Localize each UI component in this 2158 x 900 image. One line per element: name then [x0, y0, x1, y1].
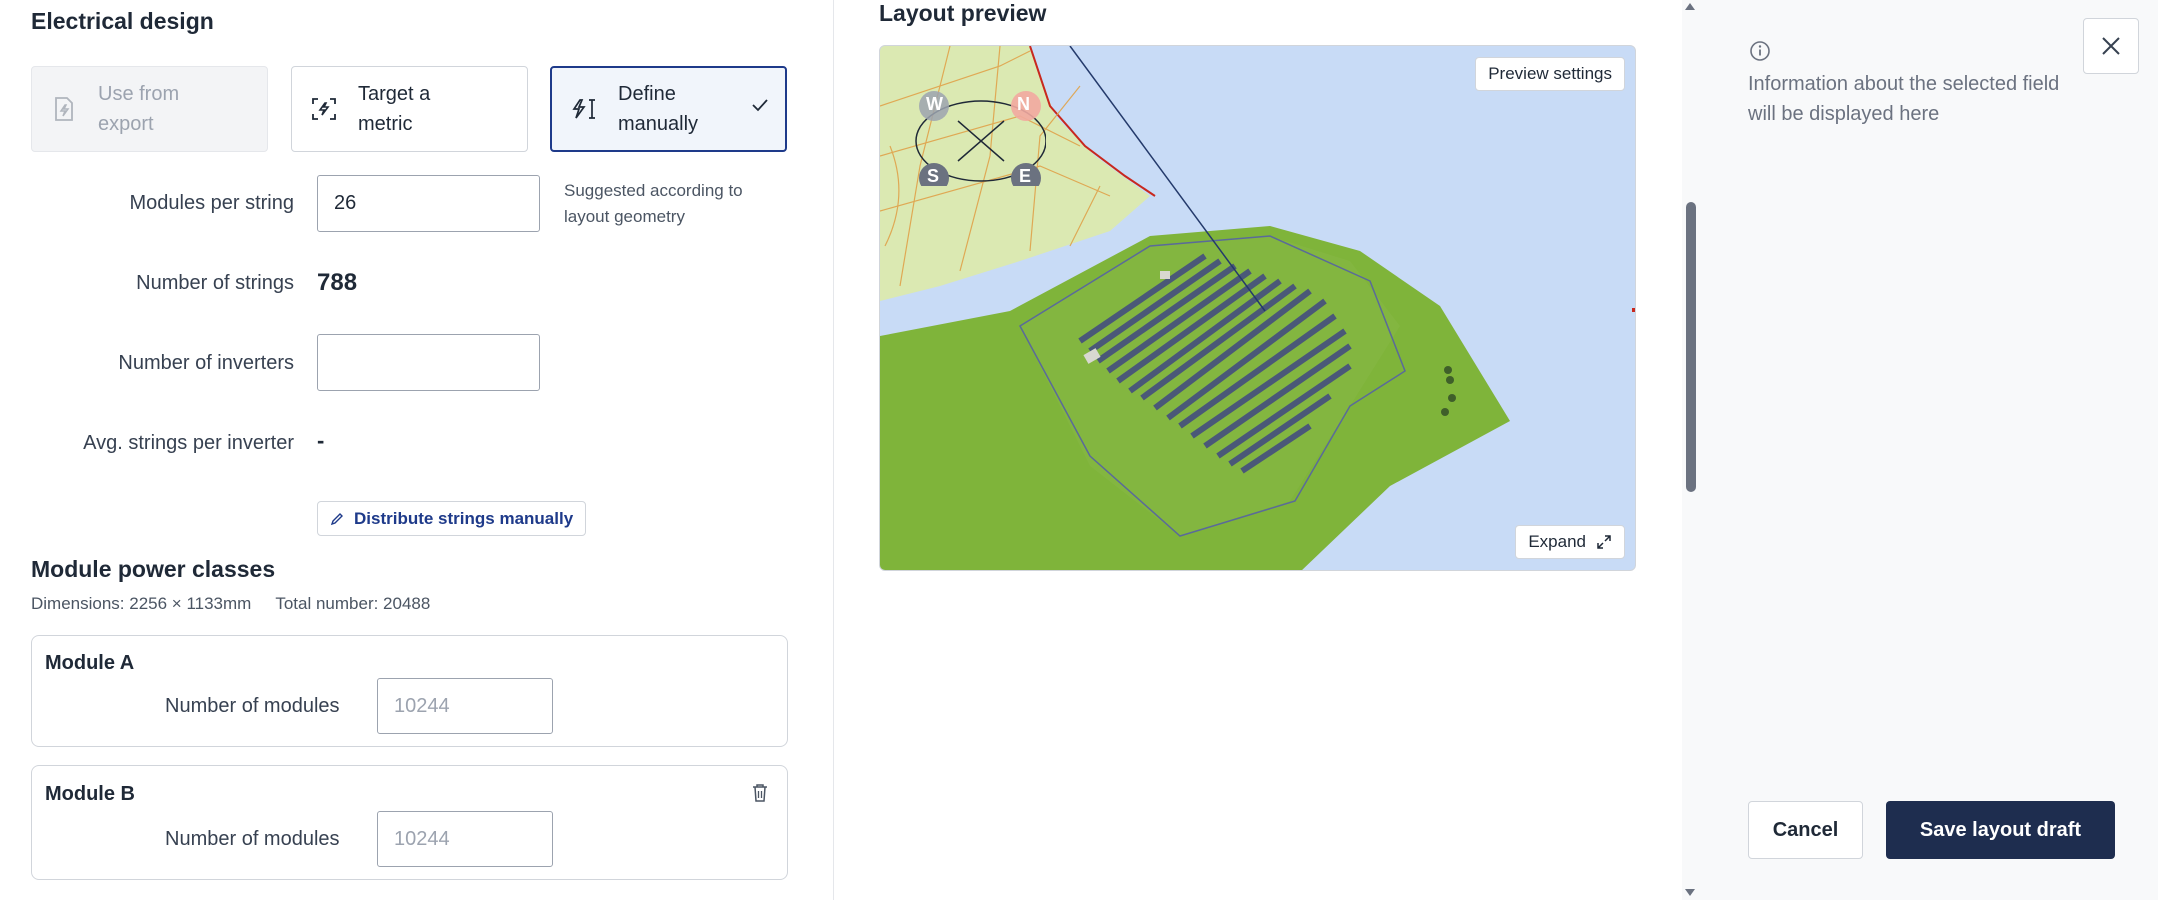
bolt-text-cursor-icon: [570, 95, 598, 123]
file-bolt-icon: [50, 95, 78, 123]
avg-strings-per-inverter-label: Avg. strings per inverter: [83, 432, 294, 454]
number-of-modules-input[interactable]: [377, 678, 553, 734]
scroll-down-arrow-icon[interactable]: [1683, 886, 1697, 898]
field-info-text: Information about the selected field wil…: [1748, 73, 2060, 125]
scroll-up-arrow-icon[interactable]: [1683, 0, 1697, 12]
field-info-panel: [1682, 0, 2158, 900]
save-layout-draft-button[interactable]: Save layout draft: [1886, 801, 2115, 859]
use-from-export-button[interactable]: Use from export: [31, 66, 268, 152]
number-of-inverters-label: Number of inverters: [118, 352, 294, 374]
pencil-icon: [330, 512, 343, 525]
compass-icon[interactable]: [896, 86, 1046, 186]
expand-button[interactable]: Expand: [1515, 525, 1625, 559]
module-power-classes-title: Module power classes: [31, 556, 276, 582]
preview-settings-button[interactable]: Preview settings: [1475, 57, 1625, 91]
number-of-modules-label: Number of modules: [165, 828, 340, 850]
define-manually-button[interactable]: Define manually: [550, 66, 787, 152]
layout-preview-map[interactable]: W N S E Preview settings Expand: [879, 45, 1636, 571]
number-of-modules-input[interactable]: [377, 811, 553, 867]
check-icon: [751, 98, 769, 117]
module-card: Module A Number of modules: [31, 635, 788, 747]
close-panel-button[interactable]: [2083, 18, 2139, 74]
number-of-inverters-input[interactable]: [317, 334, 540, 391]
distribute-strings-button[interactable]: Distribute strings manually: [317, 501, 587, 536]
target-a-metric-button[interactable]: Target a metric: [291, 66, 528, 152]
target-bolt-icon: [310, 95, 338, 123]
module-card: Module B Number of modules: [31, 765, 788, 880]
layout-preview-title: Layout preview: [879, 0, 1047, 26]
cancel-button[interactable]: Cancel: [1748, 801, 1863, 859]
module-dimensions: Dimensions: 2256 × 1133mm Total number: 2…: [31, 594, 430, 614]
number-of-modules-label: Number of modules: [165, 695, 340, 717]
total-number-text: Total number: 20488: [275, 594, 431, 613]
modules-per-string-input[interactable]: [317, 175, 540, 232]
electrical-design-title: Electrical design: [31, 8, 214, 34]
module-name: Module A: [45, 652, 135, 674]
module-name: Module B: [45, 783, 135, 805]
trash-icon[interactable]: [751, 783, 769, 808]
dimensions-text: Dimensions: 2256 × 1133mm: [31, 594, 252, 613]
info-icon: [1749, 40, 1771, 67]
electrical-design-panel: Electrical design Use from export Target…: [0, 0, 834, 900]
number-of-strings-label: Number of strings: [136, 272, 294, 294]
modules-per-string-hint: Suggested according to layout geometry: [564, 181, 743, 226]
scrollbar-thumb[interactable]: [1686, 202, 1696, 492]
expand-icon: [1597, 535, 1611, 549]
avg-strings-per-inverter-value: -: [317, 428, 325, 453]
number-of-strings-value: 788: [317, 269, 358, 296]
close-icon: [2102, 37, 2120, 55]
modules-per-string-label: Modules per string: [129, 192, 294, 214]
